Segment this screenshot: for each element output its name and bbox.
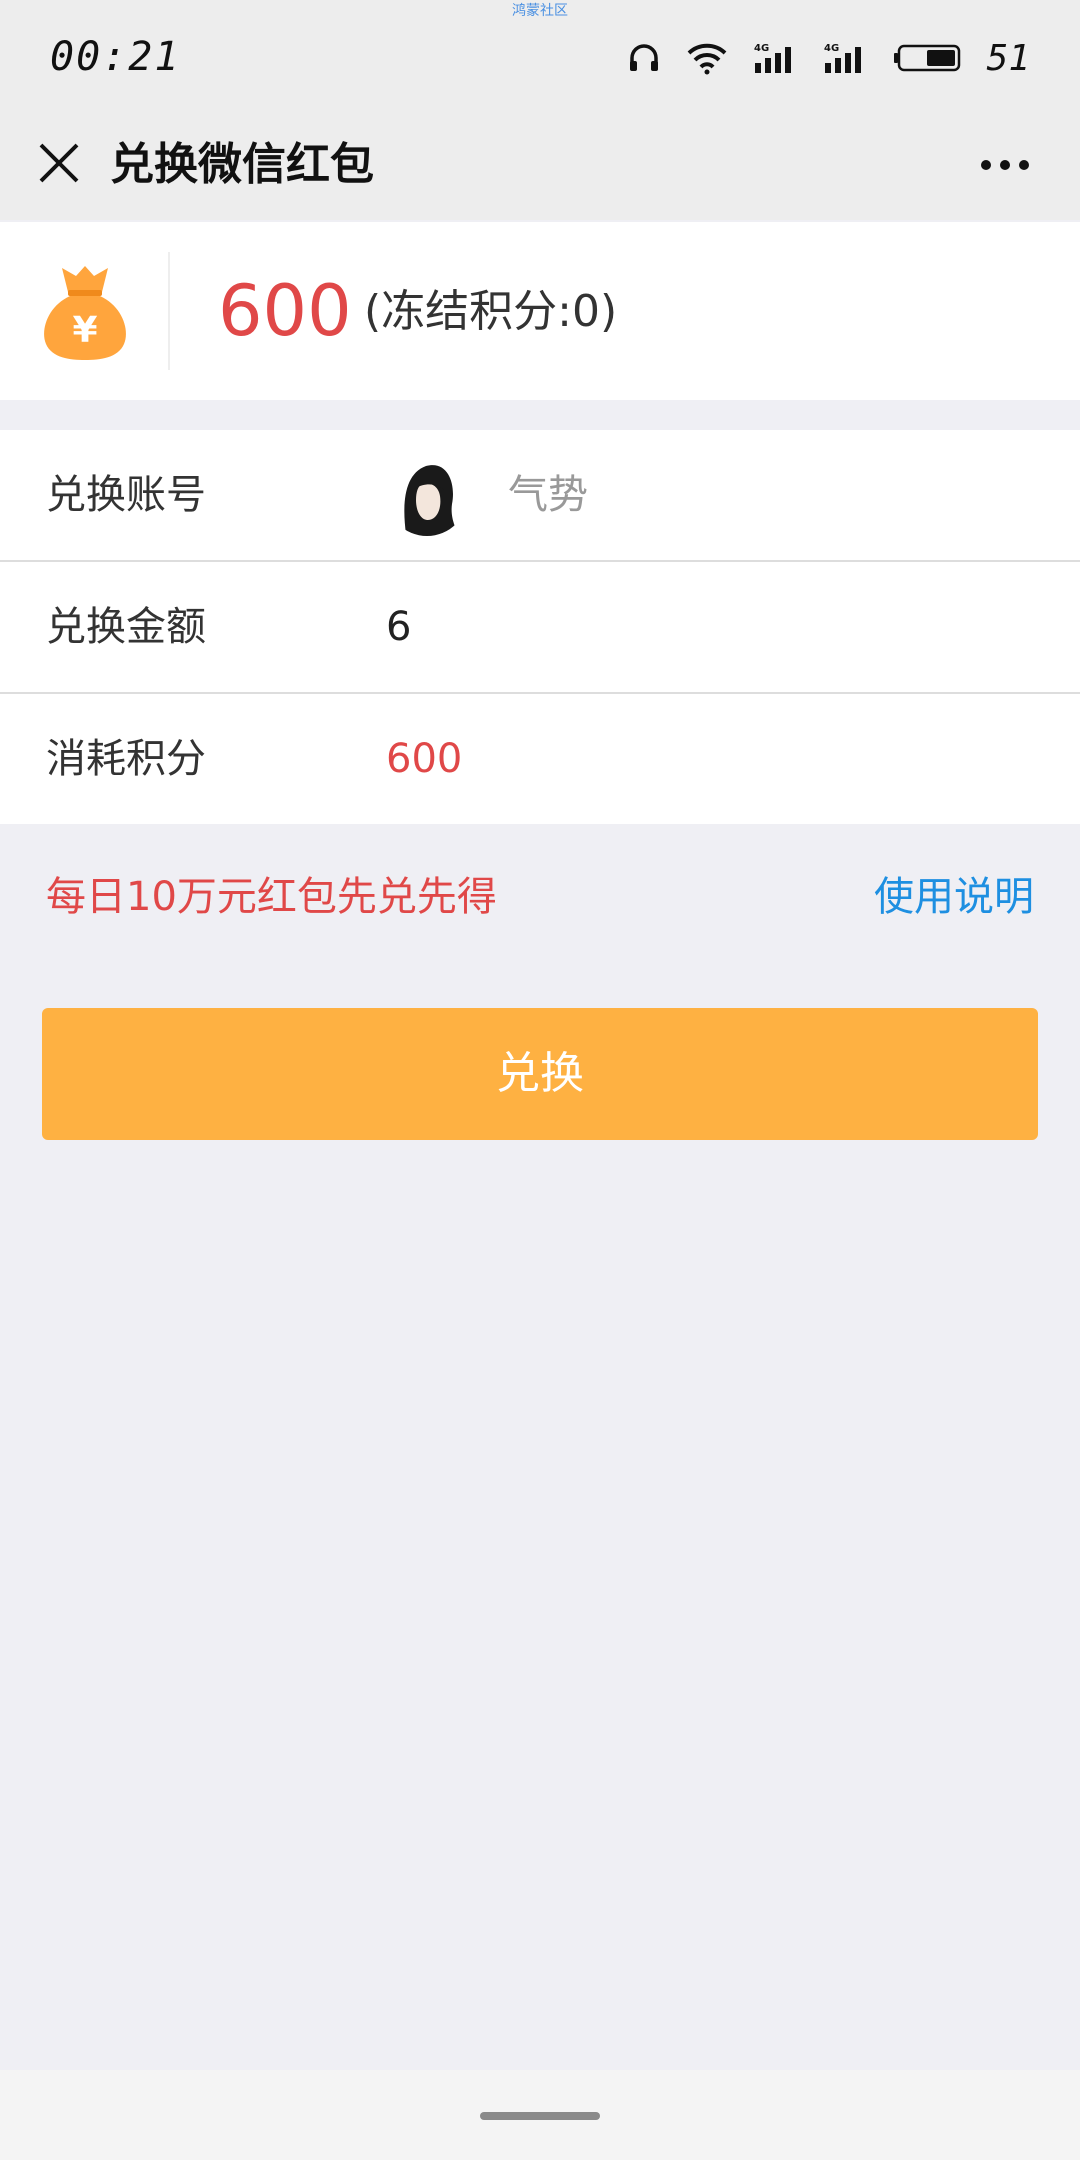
battery-level: 51 — [986, 37, 1030, 79]
exchange-button[interactable]: 兑换 — [42, 1008, 1038, 1140]
account-row[interactable]: 兑换账号 气势 — [0, 430, 1080, 562]
more-button[interactable] — [970, 130, 1040, 200]
help-link[interactable]: 使用说明 — [874, 862, 1034, 932]
amount-value: 6 — [386, 604, 412, 650]
headphones-icon — [627, 41, 661, 75]
avatar — [386, 454, 468, 536]
amount-row[interactable]: 兑换金额 6 — [0, 562, 1080, 694]
home-bar — [0, 2070, 1080, 2160]
watermark-text: 鸿蒙社区 — [512, 3, 568, 19]
cost-value: 600 — [386, 736, 463, 782]
amount-label: 兑换金额 — [46, 604, 206, 650]
points-card: ¥ 600 (冻结积分:0) — [0, 222, 1080, 400]
status-bar: 鸿蒙社区 00:21 4G 4G 51 — [0, 0, 1080, 110]
battery-icon — [893, 43, 963, 73]
divider — [168, 252, 170, 370]
status-icons: 4G 4G 51 — [627, 36, 1030, 80]
cost-label: 消耗积分 — [46, 736, 206, 782]
svg-text:¥: ¥ — [72, 310, 97, 351]
signal-4g-icon: 4G — [753, 41, 799, 75]
nav-bar: 兑换微信红包 — [0, 110, 1080, 220]
exchange-form: 兑换账号 气势 兑换金额 6 消耗积分 600 — [0, 430, 1080, 824]
close-icon — [37, 141, 81, 189]
daily-notice: 每日10万元红包先兑先得 — [46, 874, 497, 920]
home-indicator[interactable] — [480, 2112, 600, 2120]
money-bag-icon: ¥ — [40, 262, 130, 362]
page-title: 兑换微信红包 — [110, 139, 374, 190]
status-time: 00:21 — [50, 34, 181, 80]
signal-4g-icon: 4G — [823, 41, 869, 75]
frozen-points: (冻结积分:0) — [364, 286, 618, 337]
cost-row: 消耗积分 600 — [0, 694, 1080, 824]
account-label: 兑换账号 — [46, 472, 206, 518]
account-name: 气势 — [508, 472, 588, 518]
network-label: 4G — [754, 43, 769, 54]
points-balance: 600 — [218, 270, 352, 352]
network-label: 4G — [824, 43, 839, 54]
more-icon — [980, 156, 1030, 175]
close-button[interactable] — [24, 130, 94, 200]
wifi-icon — [685, 41, 729, 75]
